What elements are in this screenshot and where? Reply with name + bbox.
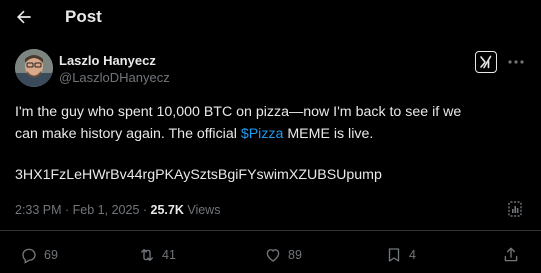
avatar[interactable] [15,49,53,87]
reply-button[interactable]: 69 [20,245,58,265]
bookmark-button[interactable]: 4 [385,245,416,265]
meta-separator: · [61,203,73,217]
grok-button[interactable] [475,51,497,73]
bookmark-icon [388,248,400,262]
meta-separator: · [139,203,151,217]
reply-icon [22,248,36,264]
repost-count: 41 [162,248,176,262]
reply-count: 69 [44,248,58,262]
top-bar: Post [0,0,541,34]
heart-icon [266,249,280,262]
post-text: I'm the guy who spent 10,000 BTC on pizz… [15,101,530,145]
post-meta: 2:33 PM · Feb 1, 2025 · 25.7K Views [15,203,220,217]
repost-button[interactable]: 41 [138,245,176,265]
post-text-line-1: I'm the guy who spent 10,000 BTC on pizz… [15,104,462,120]
share-button[interactable] [502,245,520,265]
like-count: 89 [288,248,302,262]
post-text-line-2: can make history again. The official $Pi… [15,123,530,145]
more-options-icon[interactable] [506,55,526,69]
cashtag-link[interactable]: $Pizza [241,126,284,142]
post-text-segment: MEME is live. [283,126,374,142]
contract-address: 3HX1FzLeHWrBv44rgPKAySztsBgiFYswimXZUBSU… [15,167,382,183]
arrow-left-icon[interactable] [14,7,34,27]
views-count: 25.7K [150,203,184,217]
post-time[interactable]: 2:33 PM [15,203,62,217]
like-button[interactable]: 89 [264,245,302,265]
author-name[interactable]: Laszlo Hanyecz [59,53,156,68]
post-text-segment: can make history again. The official [15,126,241,142]
post-date[interactable]: Feb 1, 2025 [73,203,140,217]
bookmark-count: 4 [409,248,416,262]
repost-icon [141,249,153,261]
page-title: Post [65,7,102,26]
divider [0,230,541,231]
share-icon [504,247,518,262]
post-analytics-icon[interactable] [506,200,524,218]
grok-icon [480,55,492,69]
views-label: Views [183,203,221,217]
author-handle[interactable]: @LaszloDHanyecz [59,70,170,85]
